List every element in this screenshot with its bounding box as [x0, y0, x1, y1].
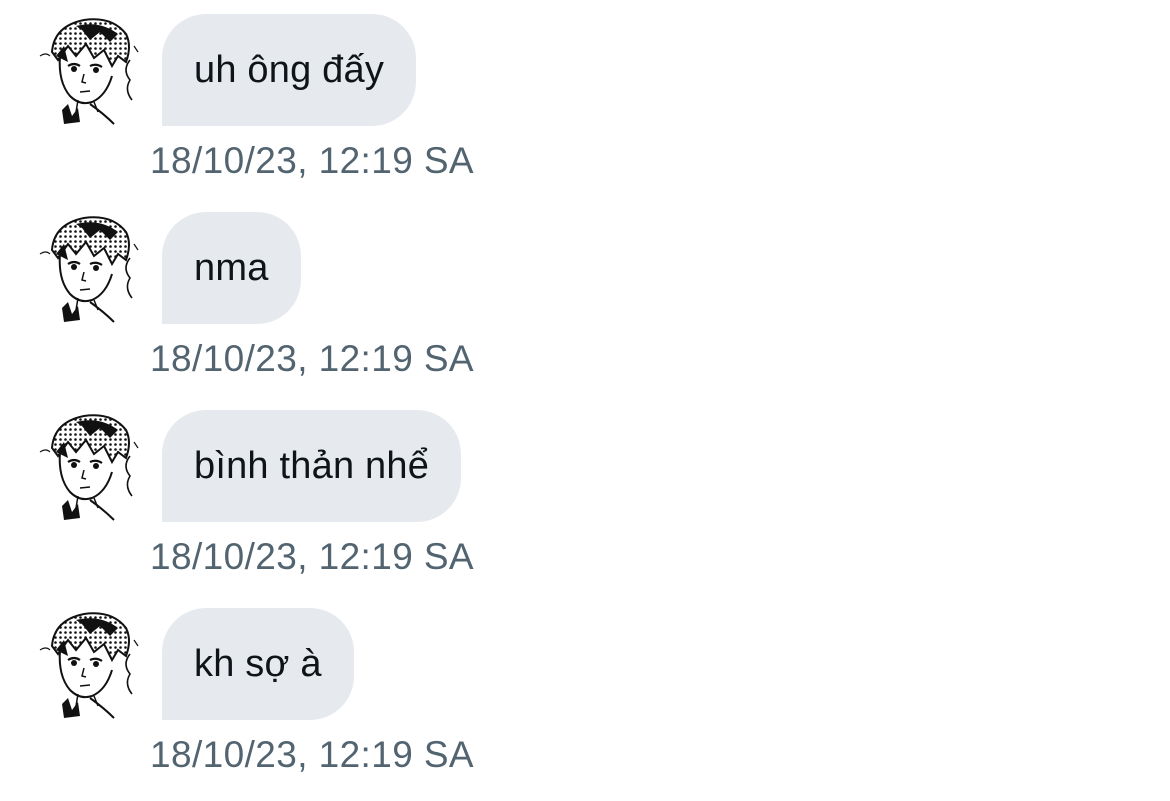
message-row: nma 18/10/23, 12:19 SA	[0, 198, 1170, 396]
manga-character-avatar-icon[interactable]	[38, 214, 142, 326]
message-timestamp: 18/10/23, 12:19 SA	[150, 140, 475, 181]
message-bubble[interactable]: nma	[162, 212, 301, 324]
message-bubble[interactable]: bình thản nhể	[162, 410, 462, 522]
message-timestamp: 18/10/23, 12:19 SA	[150, 734, 475, 775]
message-text: uh ông đấy	[194, 48, 385, 91]
message-bubble[interactable]: uh ông đấy	[162, 14, 417, 126]
message-text: nma	[194, 246, 269, 289]
message-row: bình thản nhể 18/10/23, 12:19 SA	[0, 396, 1170, 594]
manga-character-avatar-icon[interactable]	[38, 16, 142, 128]
message-row: kh sợ à 18/10/23, 12:19 SA	[0, 594, 1170, 792]
manga-character-avatar-icon[interactable]	[38, 412, 142, 524]
message-text: bình thản nhể	[194, 444, 430, 487]
message-timestamp: 18/10/23, 12:19 SA	[150, 536, 475, 577]
message-thread: uh ông đấy 18/10/23, 12:19 SA nma 18/10/…	[0, 0, 1170, 801]
message-bubble[interactable]: kh sợ à	[162, 608, 354, 720]
message-timestamp: 18/10/23, 12:19 SA	[150, 338, 475, 379]
message-text: kh sợ à	[194, 642, 322, 685]
message-row: uh ông đấy 18/10/23, 12:19 SA	[0, 0, 1170, 198]
manga-character-avatar-icon[interactable]	[38, 610, 142, 722]
